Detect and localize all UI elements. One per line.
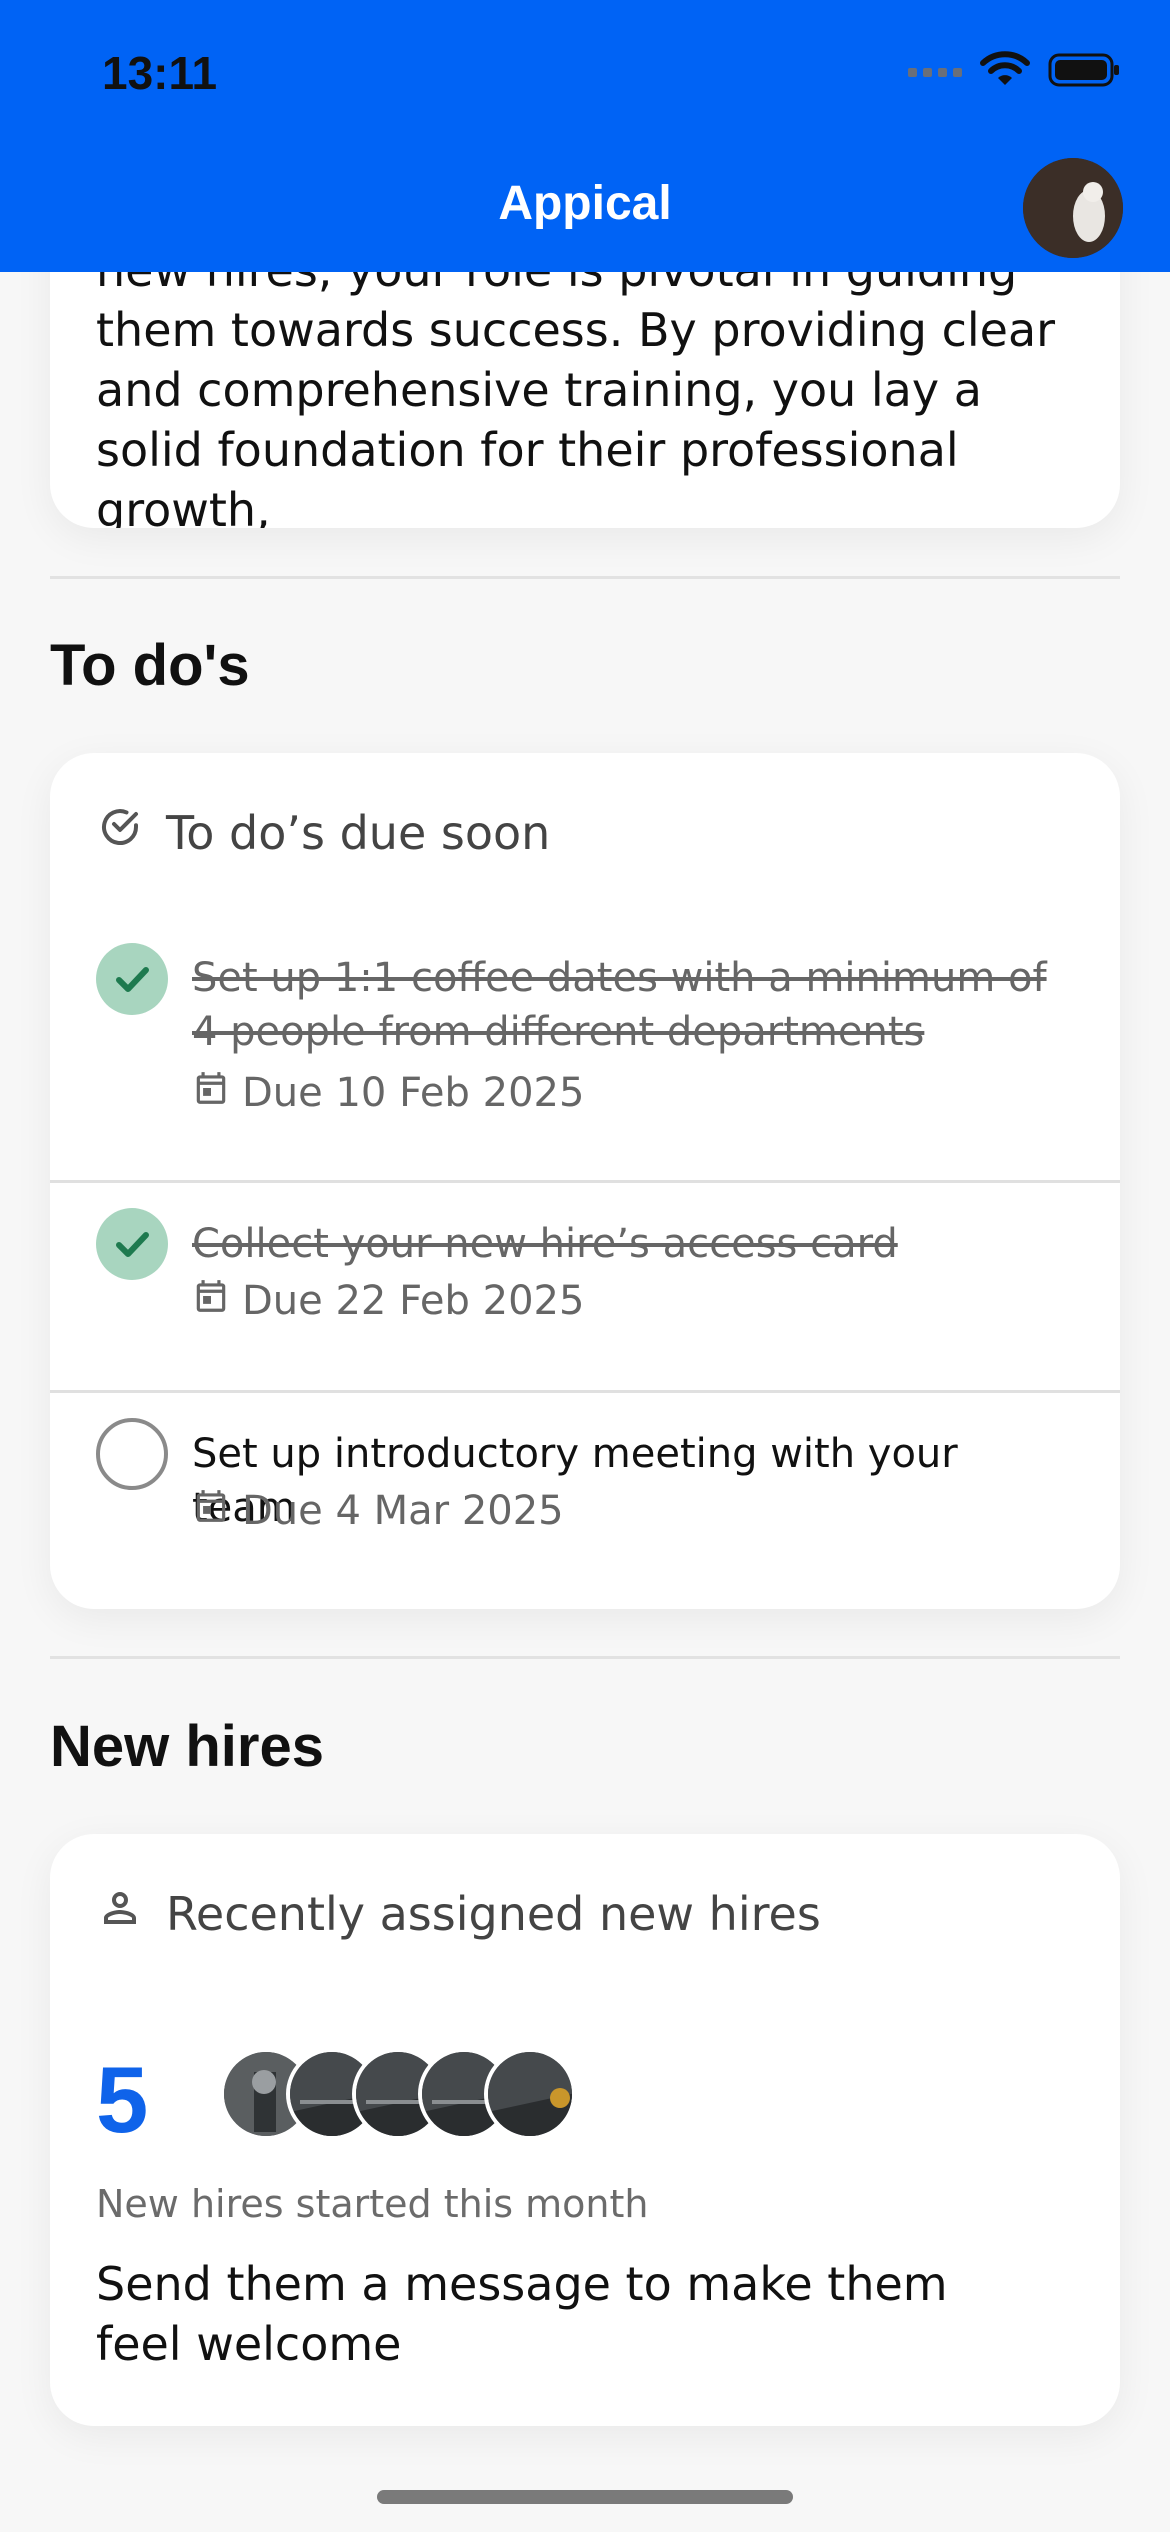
status-time: 13:11 [102,47,218,99]
app-title: Appical [498,177,672,230]
check-circle-icon [96,803,144,862]
todo-due-date: Due 10 Feb 2025 [192,1069,584,1117]
todo-title: Collect your new hire’s access card [192,1221,898,1267]
todo-checkbox-unchecked[interactable] [96,1418,168,1490]
todos-section-title: To do's [50,633,250,698]
status-icons [908,51,1120,93]
new-hires-section-title: New hires [50,1714,324,1779]
todo-item[interactable]: Set up introductory meeting with your te… [50,1418,1120,1583]
calendar-icon [192,1487,230,1535]
home-indicator[interactable] [377,2490,793,2504]
battery-icon [1048,51,1120,93]
todos-card: To do’s due soon Set up 1:1 coffee dates… [50,753,1120,1609]
todo-due-date: Due 4 Mar 2025 [192,1487,564,1535]
calendar-icon [192,1069,230,1117]
avatar[interactable] [484,2048,576,2140]
new-hires-card-title: Recently assigned new hires [166,1886,821,1941]
calendar-icon [192,1277,230,1325]
todo-due-label: Due 10 Feb 2025 [242,1070,585,1116]
todo-item[interactable]: Set up 1:1 coffee dates with a minimum o… [50,943,1120,1183]
cellular-signal-icon [908,67,962,77]
divider [50,1656,1120,1659]
todos-card-header: To do’s due soon [96,803,550,862]
row-separator [50,1180,1120,1183]
checkmark-icon [116,967,149,992]
divider [50,576,1120,579]
todo-item[interactable]: Collect your new hire’s access card Due … [50,1208,1120,1393]
profile-avatar[interactable] [1023,158,1123,258]
intro-text: new hires, your role is pivotal in guidi… [96,243,1056,528]
new-hires-card[interactable]: Recently assigned new hires 5 New hires … [50,1834,1120,2426]
todo-checkbox-checked[interactable] [96,1208,168,1280]
person-icon [96,1884,144,1943]
todo-due-label: Due 4 Mar 2025 [242,1488,564,1534]
todo-checkbox-checked[interactable] [96,943,168,1015]
checkmark-icon [116,1232,149,1257]
app-header: 13:11 Appical [0,0,1170,272]
new-hires-card-header: Recently assigned new hires [96,1884,821,1943]
new-hires-message: Send them a message to make them feel we… [96,2257,948,2371]
todo-title: Set up 1:1 coffee dates with a minimum o… [192,955,1047,1055]
todo-due-label: Due 22 Feb 2025 [242,1278,585,1324]
row-separator [50,1390,1120,1393]
todo-due-date: Due 22 Feb 2025 [192,1277,584,1325]
wifi-icon [980,51,1030,93]
new-hires-count: 5 [96,2047,149,2152]
todos-card-title: To do’s due soon [166,805,551,860]
new-hires-caption: New hires started this month [96,2182,649,2226]
new-hires-avatar-stack[interactable] [220,2048,576,2140]
